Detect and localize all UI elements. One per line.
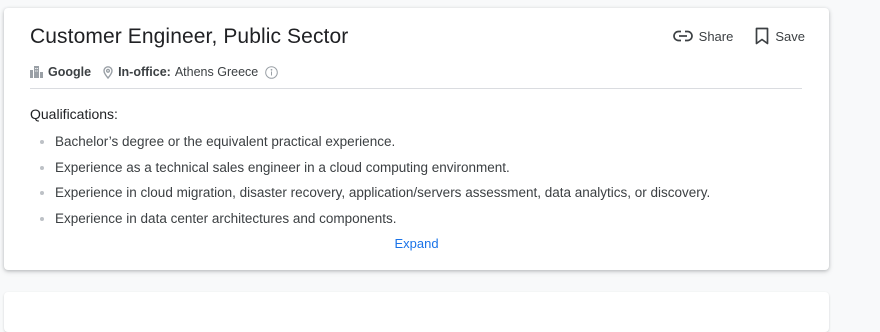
- save-label: Save: [775, 28, 805, 44]
- qualification-text: Experience in cloud migration, disaster …: [55, 185, 711, 200]
- next-job-card[interactable]: [4, 292, 829, 332]
- job-meta: Google In-office: Athens Greece: [30, 65, 279, 79]
- qualifications-list: Bachelor’s degree or the equivalent prac…: [30, 129, 810, 231]
- share-button[interactable]: Share: [672, 28, 734, 44]
- list-item: Experience in data center architectures …: [30, 206, 810, 232]
- qualifications-heading: Qualifications:: [30, 106, 118, 122]
- list-item: Bachelor’s degree or the equivalent prac…: [30, 129, 810, 155]
- job-location: In-office: Athens Greece: [103, 65, 279, 79]
- list-item: Experience as a technical sales engineer…: [30, 155, 810, 181]
- list-item: Experience in cloud migration, disaster …: [30, 180, 810, 206]
- qualification-text: Experience as a technical sales engineer…: [55, 159, 510, 175]
- bullet: [40, 216, 44, 221]
- bullet: [40, 165, 44, 170]
- info-icon[interactable]: [265, 65, 279, 79]
- expand-button[interactable]: Expand: [4, 236, 829, 251]
- job-title[interactable]: Customer Engineer, Public Sector: [30, 25, 348, 49]
- divider: [30, 88, 802, 89]
- save-button[interactable]: Save: [755, 27, 805, 45]
- bookmark-icon: [755, 27, 769, 45]
- work-mode: In-office:: [118, 65, 171, 79]
- link-icon: [672, 29, 693, 43]
- building-icon: [30, 66, 43, 78]
- location-text: Athens Greece: [174, 65, 259, 79]
- bullet: [40, 140, 44, 144]
- company-name: Google: [48, 65, 92, 79]
- location-pin-icon: [103, 65, 113, 79]
- qualification-text: Experience in data center architectures …: [55, 210, 397, 226]
- qualification-text: Bachelor’s degree or the equivalent prac…: [55, 134, 396, 149]
- job-actions: Share Save: [672, 27, 805, 45]
- share-label: Share: [698, 28, 734, 44]
- job-card: Customer Engineer, Public Sector Share S…: [4, 8, 829, 270]
- bullet: [40, 191, 44, 195]
